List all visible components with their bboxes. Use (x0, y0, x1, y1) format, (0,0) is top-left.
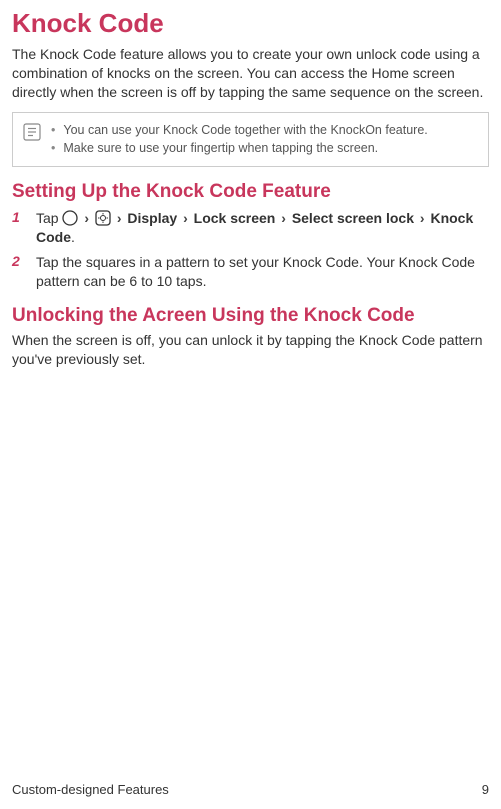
home-circle-icon (62, 210, 78, 226)
unlock-paragraph: When the screen is off, you can unlock i… (12, 331, 489, 369)
bullet-icon: • (51, 121, 55, 140)
settings-icon (95, 210, 111, 226)
step-item: 1 Tap › › Display › (12, 209, 489, 247)
intro-paragraph: The Knock Code feature allows you to cre… (12, 45, 489, 102)
step-prefix: Tap (36, 210, 62, 226)
step-suffix: . (71, 229, 75, 245)
step-number: 1 (12, 209, 26, 247)
chevron-icon: › (117, 210, 122, 226)
footer-label: Custom-designed Features (12, 782, 169, 797)
path-item: Display (127, 210, 177, 226)
steps-list: 1 Tap › › Display › (12, 209, 489, 291)
bullet-icon: • (51, 139, 55, 158)
step-text: Tap › › Display › Lock scree (36, 209, 489, 247)
page-title: Knock Code (12, 8, 489, 39)
chevron-icon: › (183, 210, 188, 226)
chevron-icon: › (281, 210, 286, 226)
section-title-setup: Setting Up the Knock Code Feature (12, 181, 489, 203)
step-number: 2 (12, 253, 26, 291)
chevron-icon: › (420, 210, 425, 226)
note-text: Make sure to use your fingertip when tap… (63, 139, 378, 158)
note-text: You can use your Knock Code together wit… (63, 121, 427, 140)
path-item: Select screen lock (292, 210, 414, 226)
chevron-icon: › (84, 210, 89, 226)
note-box: • You can use your Knock Code together w… (12, 112, 489, 168)
step-text: Tap the squares in a pattern to set your… (36, 253, 489, 291)
note-content: • You can use your Knock Code together w… (51, 121, 478, 159)
path-item: Lock screen (194, 210, 276, 226)
page-number: 9 (482, 782, 489, 797)
note-item: • You can use your Knock Code together w… (51, 121, 478, 140)
note-item: • Make sure to use your fingertip when t… (51, 139, 478, 158)
page-footer: Custom-designed Features 9 (12, 782, 489, 797)
step-item: 2 Tap the squares in a pattern to set yo… (12, 253, 489, 291)
section-title-unlock: Unlocking the Acreen Using the Knock Cod… (12, 305, 489, 327)
note-icon (23, 123, 41, 141)
